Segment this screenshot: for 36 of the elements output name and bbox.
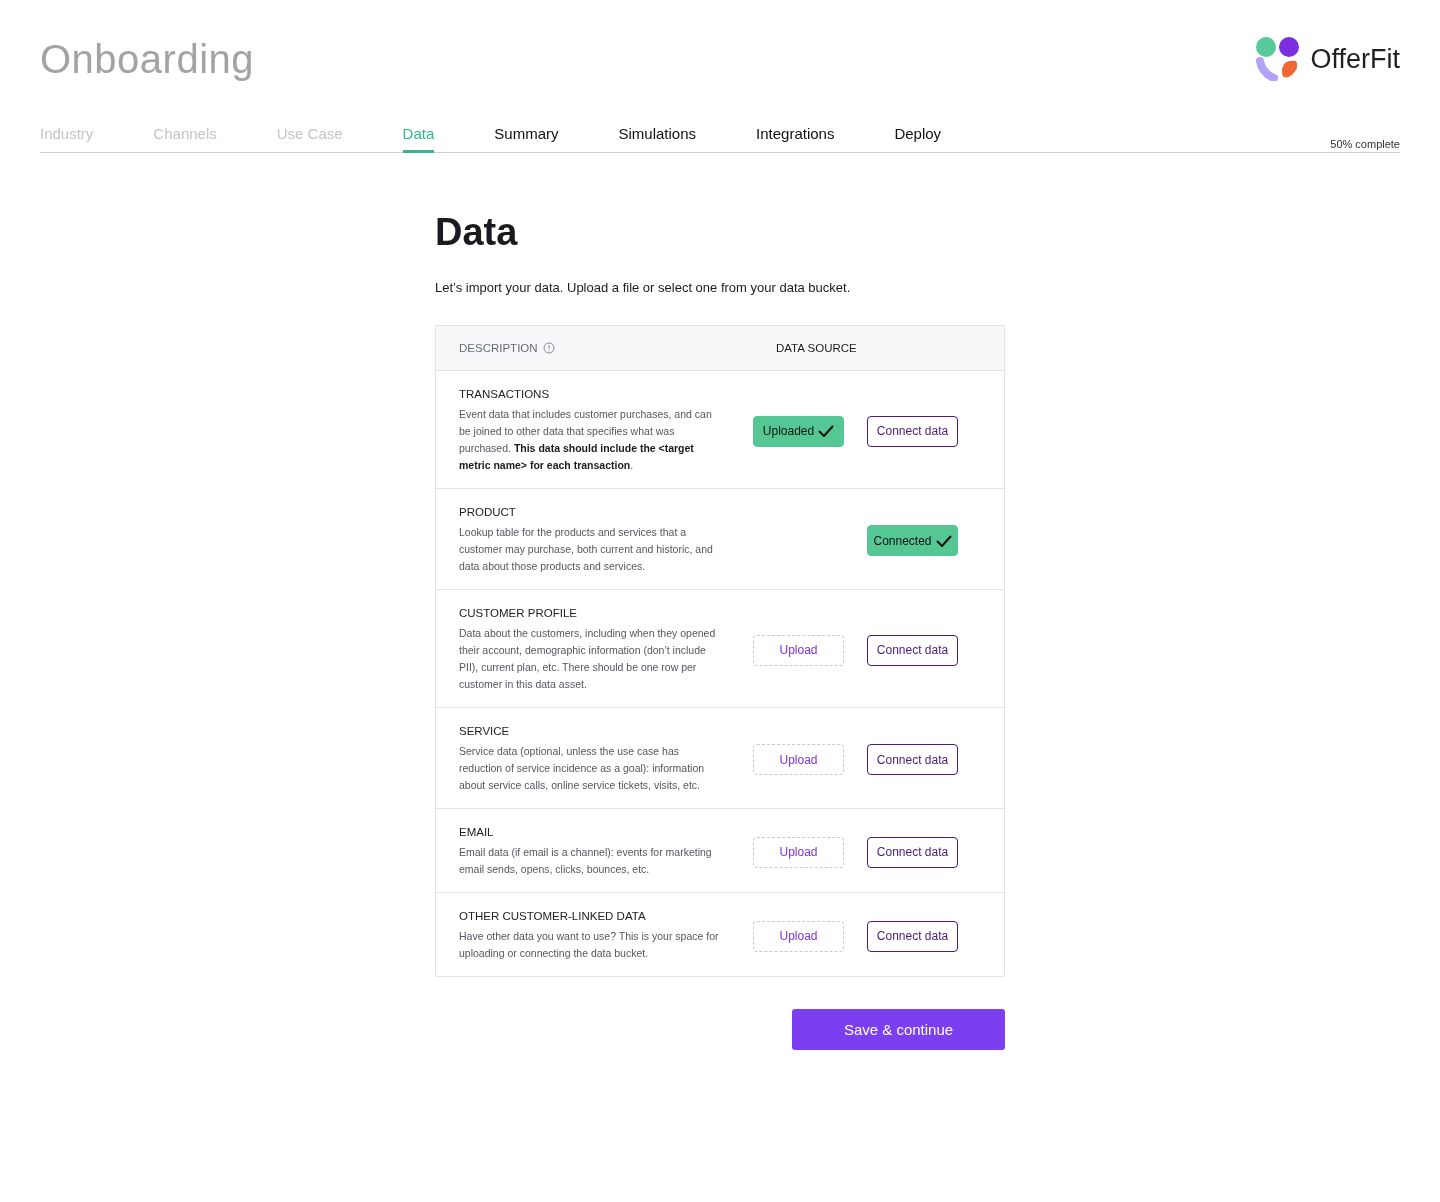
data-type-description: Service data (optional, unless the use case has reduction of service incidence as a goal): information about service calls, online service tickets, visits, etc. [459,744,706,793]
intro-text: Let’s import your data. Upload a file or select one from your data bucket. [435,280,852,295]
data-type-name: TRANSACTIONS [459,388,551,400]
upload-button[interactable]: Upload [753,920,844,952]
connect-data-button[interactable]: Connect data [867,415,958,447]
progress-label: 50% complete [1330,138,1400,152]
save-continue-button[interactable]: Save & continue [792,1009,1005,1050]
data-type-name: PRODUCT [459,506,517,518]
column-header: DATA SOURCE [776,342,857,354]
data-type-description: Data about the customers, including when they opened their account, demographic information (don’t include PII), current plan, etc. There should be one row per customer in this data asset. [459,626,717,692]
upload-button[interactable]: Upload [753,634,844,666]
step-tab[interactable]: Summary [494,125,559,153]
page-title: Onboarding [40,36,255,82]
column-header: DESCRIPTION [459,342,538,354]
connect-data-button[interactable]: Connected [867,525,958,556]
upload-button[interactable]: Upload [753,744,844,775]
upload-button[interactable]: Upload [753,836,844,868]
data-type-description: Event data that includes customer purchases, and can be joined to other data that specifies what was purchased. This data should include the <target metric name> for each transaction. [459,407,713,473]
connect-data-button[interactable]: Connect data [867,920,958,952]
data-type-description: Have other data you want to use? This is your space for uploading or connecting the data bucket. [459,929,720,961]
step-tab[interactable]: Deploy [894,125,942,153]
upload-button[interactable]: Uploaded [753,415,844,447]
section-title: Data [435,211,519,254]
data-type-name: SERVICE [459,725,511,737]
connect-data-button[interactable]: Connect data [867,836,958,868]
data-type-name: CUSTOMER PROFILE [459,607,578,619]
step-tab[interactable]: Simulations [618,125,697,153]
step-tab[interactable]: Integrations [756,125,835,153]
data-type-name: OTHER CUSTOMER-LINKED DATA [459,910,647,922]
data-type-description: Lookup table for the products and services that a customer may purchase, both current and historic, and data about those products and services. [459,525,714,574]
connect-data-button[interactable]: Connect data [867,744,958,775]
brand-name: OfferFit [1310,43,1400,75]
connect-data-button[interactable]: Connect data [867,634,958,666]
data-type-description: Email data (if email is a channel): events for marketing email sends, opens, clicks, bounces, etc. [459,845,713,877]
info-icon [542,342,555,354]
data-type-name: EMAIL [459,826,495,838]
